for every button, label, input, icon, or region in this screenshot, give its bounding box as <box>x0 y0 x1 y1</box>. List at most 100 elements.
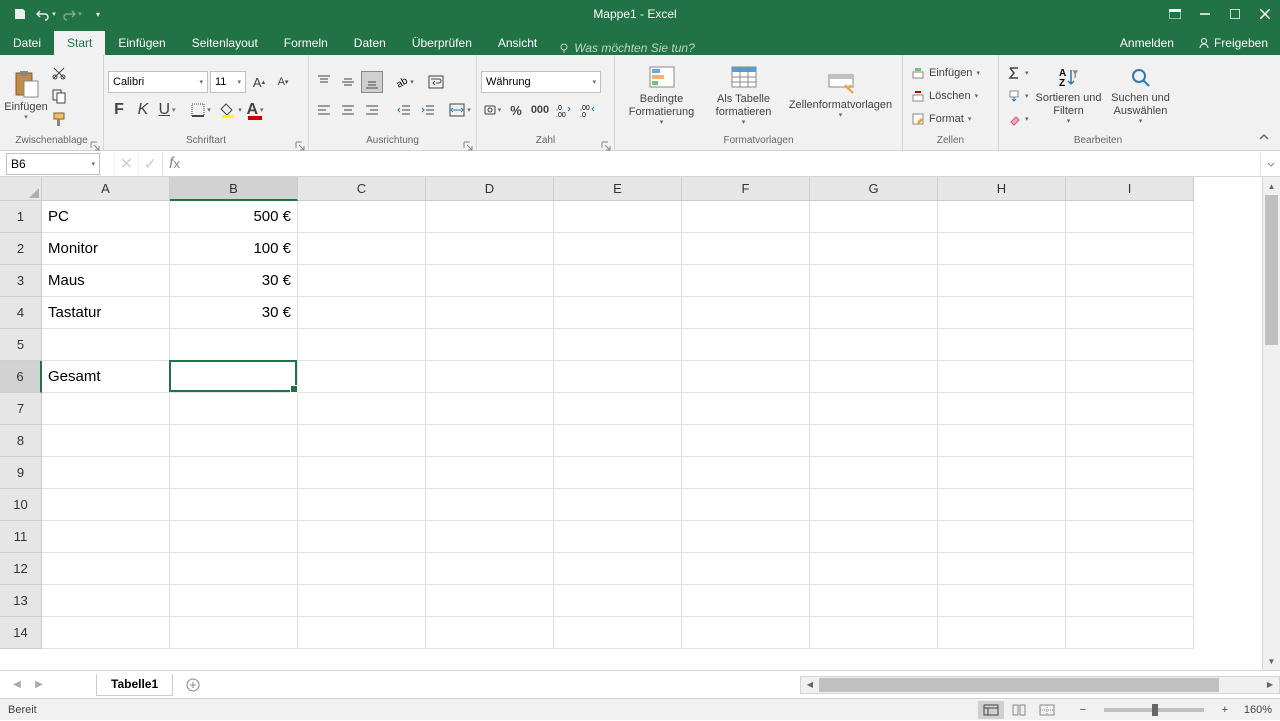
row-header[interactable]: 14 <box>0 617 42 649</box>
align-center-icon[interactable] <box>337 99 359 121</box>
cell[interactable] <box>938 617 1066 649</box>
tab-data[interactable]: Daten <box>341 31 399 55</box>
cell[interactable] <box>170 521 298 553</box>
insert-function-icon[interactable]: fx <box>162 153 186 175</box>
align-top-icon[interactable] <box>313 71 335 93</box>
cell[interactable] <box>554 425 682 457</box>
cell[interactable] <box>682 457 810 489</box>
cell[interactable] <box>298 521 426 553</box>
new-sheet-icon[interactable] <box>181 673 205 697</box>
tell-me-search[interactable]: Was möchten Sie tun? <box>550 41 703 55</box>
cell[interactable] <box>170 425 298 457</box>
cell[interactable] <box>426 553 554 585</box>
cell[interactable] <box>426 361 554 393</box>
cell[interactable] <box>170 553 298 585</box>
align-middle-icon[interactable] <box>337 71 359 93</box>
cell[interactable] <box>682 361 810 393</box>
expand-formula-bar-icon[interactable] <box>1260 153 1280 175</box>
cell[interactable] <box>554 521 682 553</box>
wrap-text-icon[interactable] <box>425 71 447 93</box>
column-header[interactable]: D <box>426 177 554 201</box>
align-bottom-icon[interactable] <box>361 71 383 93</box>
column-header[interactable]: H <box>938 177 1066 201</box>
font-color-icon[interactable]: A▾ <box>244 99 266 121</box>
cell[interactable] <box>1066 233 1194 265</box>
column-header[interactable]: E <box>554 177 682 201</box>
clear-button[interactable]: ▾ <box>1003 108 1033 130</box>
cell[interactable] <box>810 265 938 297</box>
cell[interactable] <box>42 393 170 425</box>
cell[interactable] <box>810 489 938 521</box>
cell[interactable] <box>298 393 426 425</box>
page-layout-view-icon[interactable] <box>1006 701 1032 719</box>
cell[interactable] <box>810 425 938 457</box>
cell[interactable] <box>938 553 1066 585</box>
tab-view[interactable]: Ansicht <box>485 31 550 55</box>
cell[interactable] <box>298 265 426 297</box>
increase-indent-icon[interactable] <box>417 99 439 121</box>
row-header[interactable]: 8 <box>0 425 42 457</box>
cell[interactable] <box>810 457 938 489</box>
cell[interactable] <box>938 297 1066 329</box>
ribbon-display-icon[interactable] <box>1160 0 1190 28</box>
cell[interactable] <box>426 521 554 553</box>
align-dialog-icon[interactable] <box>463 138 473 148</box>
sheet-tab[interactable]: Tabelle1 <box>96 674 173 696</box>
cell[interactable] <box>682 425 810 457</box>
cell[interactable] <box>682 521 810 553</box>
conditional-formatting-button[interactable]: Bedingte Formatierung▾ <box>621 61 703 131</box>
share-button[interactable]: Freigeben <box>1186 31 1280 55</box>
align-right-icon[interactable] <box>361 99 383 121</box>
decrease-decimal-icon[interactable]: ,00,0 <box>577 99 599 121</box>
maximize-icon[interactable] <box>1220 0 1250 28</box>
cell[interactable] <box>298 233 426 265</box>
row-header[interactable]: 9 <box>0 457 42 489</box>
vertical-scroll-thumb[interactable] <box>1265 195 1278 345</box>
cell[interactable] <box>298 297 426 329</box>
cell[interactable]: PC <box>42 201 170 233</box>
cell[interactable] <box>1066 489 1194 521</box>
minimize-icon[interactable] <box>1190 0 1220 28</box>
tab-page-layout[interactable]: Seitenlayout <box>179 31 271 55</box>
cell[interactable] <box>938 329 1066 361</box>
cell[interactable] <box>426 393 554 425</box>
cell[interactable] <box>682 393 810 425</box>
cell[interactable] <box>554 233 682 265</box>
cell[interactable] <box>298 585 426 617</box>
cell[interactable] <box>810 617 938 649</box>
column-header[interactable]: C <box>298 177 426 201</box>
cell[interactable]: Tastatur <box>42 297 170 329</box>
cell[interactable] <box>810 521 938 553</box>
save-icon[interactable] <box>8 2 32 26</box>
scroll-down-icon[interactable]: ▼ <box>1263 652 1280 670</box>
cell[interactable] <box>42 425 170 457</box>
cell[interactable] <box>1066 361 1194 393</box>
enter-formula-icon[interactable]: ✓ <box>138 153 162 175</box>
cell[interactable] <box>810 361 938 393</box>
cell[interactable] <box>426 329 554 361</box>
row-header[interactable]: 2 <box>0 233 42 265</box>
underline-icon[interactable]: U▾ <box>156 99 178 121</box>
cell[interactable] <box>298 425 426 457</box>
format-cells-button[interactable]: Format▾ <box>907 108 984 130</box>
tab-home[interactable]: Start <box>54 31 105 55</box>
cell[interactable] <box>1066 201 1194 233</box>
tab-formulas[interactable]: Formeln <box>271 31 341 55</box>
accounting-format-icon[interactable]: ▾ <box>481 99 503 121</box>
cell[interactable] <box>554 457 682 489</box>
cell[interactable] <box>1066 553 1194 585</box>
horizontal-scrollbar[interactable]: ◀ ▶ <box>800 676 1280 694</box>
cell[interactable] <box>682 265 810 297</box>
cell-styles-button[interactable]: Zellenformatvorlagen▾ <box>785 61 897 131</box>
find-select-button[interactable]: Suchen und Auswählen▾ <box>1105 61 1177 131</box>
cell[interactable] <box>554 553 682 585</box>
cell[interactable] <box>426 617 554 649</box>
cell[interactable] <box>298 553 426 585</box>
row-header[interactable]: 3 <box>0 265 42 297</box>
number-format-select[interactable]: Währung▾ <box>481 71 601 93</box>
fill-color-icon[interactable]: ▾ <box>220 99 242 121</box>
cell[interactable] <box>938 201 1066 233</box>
row-header[interactable]: 6 <box>0 361 42 393</box>
merge-center-icon[interactable]: ▾ <box>449 99 471 121</box>
italic-icon[interactable]: K <box>132 99 154 121</box>
